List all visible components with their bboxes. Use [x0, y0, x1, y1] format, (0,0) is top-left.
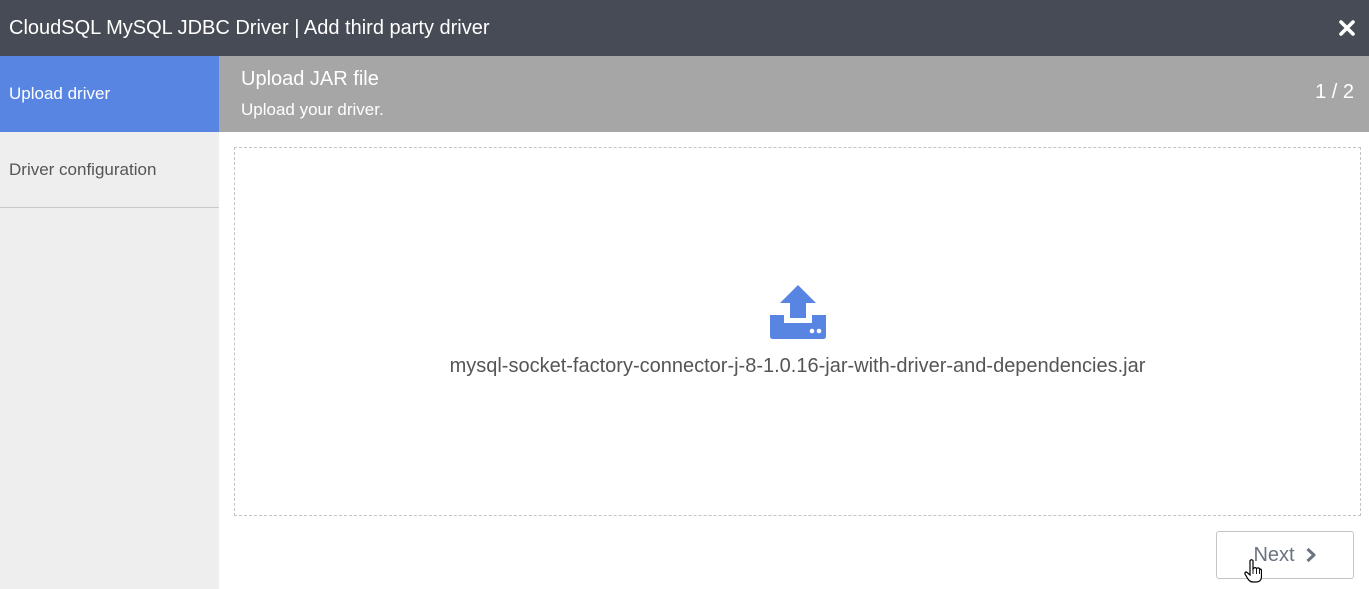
next-button-label: Next: [1253, 543, 1295, 566]
chevron-right-icon: [1306, 547, 1316, 563]
wizard-sidebar: Upload driver Driver configuration: [0, 56, 219, 589]
step-title: Upload JAR file: [241, 68, 379, 90]
dialog-title: CloudSQL MySQL JDBC Driver | Add third p…: [9, 16, 490, 39]
step-counter: 1 / 2: [1315, 81, 1354, 103]
file-dropzone[interactable]: mysql-socket-factory-connector-j-8-1.0.1…: [234, 147, 1361, 516]
close-icon: [1339, 20, 1355, 36]
sidebar-item-label: Driver configuration: [9, 159, 157, 179]
uploaded-file-name: mysql-socket-factory-connector-j-8-1.0.1…: [449, 355, 1146, 377]
step-header: Upload JAR file Upload your driver. 1 / …: [219, 56, 1369, 132]
upload-icon: [770, 285, 826, 339]
next-button[interactable]: Next: [1216, 531, 1354, 579]
step-subtitle: Upload your driver.: [241, 100, 384, 119]
sidebar-item-upload-driver[interactable]: Upload driver: [0, 56, 219, 132]
sidebar-item-driver-configuration[interactable]: Driver configuration: [0, 132, 219, 208]
dialog-titlebar: CloudSQL MySQL JDBC Driver | Add third p…: [0, 0, 1369, 56]
wizard-main: Upload JAR file Upload your driver. 1 / …: [219, 56, 1369, 589]
close-button[interactable]: [1335, 16, 1359, 40]
sidebar-item-label: Upload driver: [9, 84, 111, 103]
